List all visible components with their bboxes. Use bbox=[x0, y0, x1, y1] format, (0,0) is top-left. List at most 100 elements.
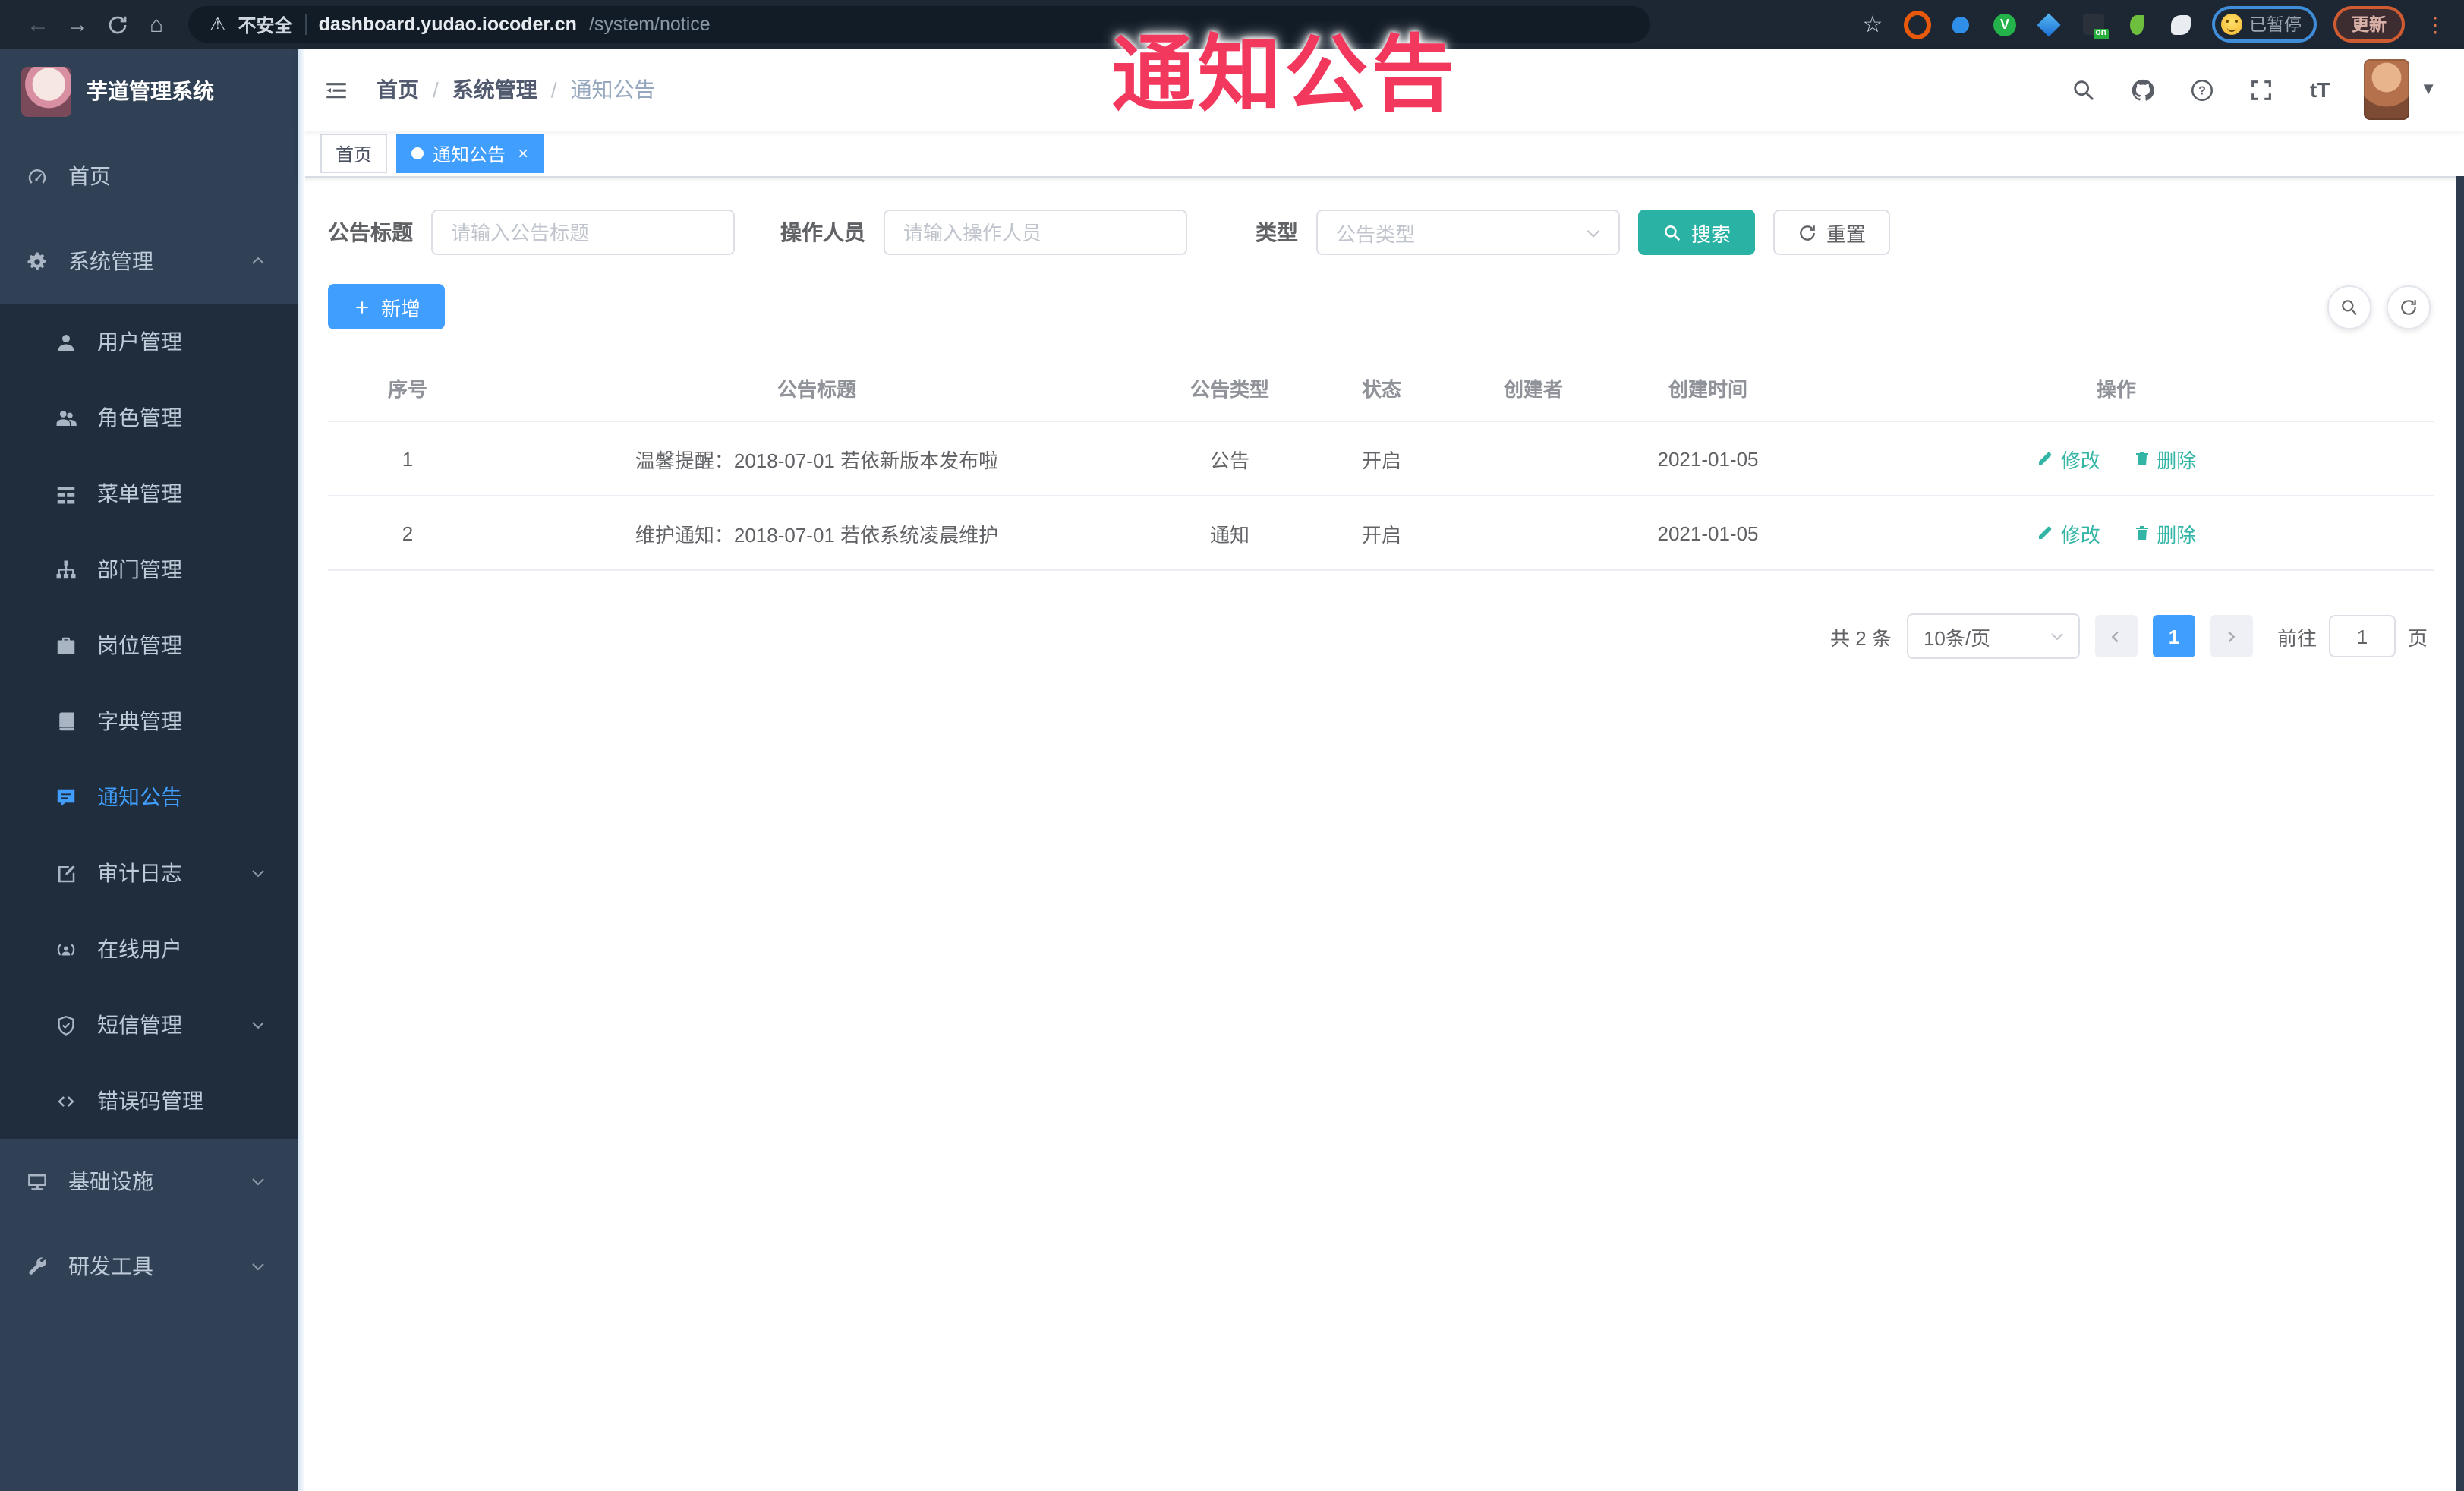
extension-icon-orange-ring[interactable] bbox=[1903, 10, 1930, 39]
cell-created: 2021-01-05 bbox=[1617, 496, 1799, 571]
sidebar-item-dictionary[interactable]: 字典管理 bbox=[0, 683, 298, 759]
type-select[interactable]: 公告类型 bbox=[1316, 210, 1620, 255]
refresh-table-button[interactable] bbox=[2387, 285, 2431, 329]
prev-page-button[interactable] bbox=[2094, 615, 2138, 657]
sidebar-item-online-users[interactable]: 在线用户 bbox=[0, 911, 298, 987]
browser-update-button[interactable]: 更新 bbox=[2333, 6, 2405, 43]
sidebar-item-departments[interactable]: 部门管理 bbox=[0, 531, 298, 607]
sidebar-item-label: 错误码管理 bbox=[97, 1089, 203, 1113]
extension-icon-green-circle[interactable]: V bbox=[1991, 11, 2018, 38]
sidebar-item-devtools[interactable]: 研发工具 bbox=[0, 1224, 298, 1309]
extension-icon-puzzle[interactable] bbox=[2167, 11, 2195, 38]
dashboard-icon bbox=[24, 164, 49, 188]
address-divider bbox=[304, 14, 307, 35]
sidebar-item-error-codes[interactable]: 错误码管理 bbox=[0, 1063, 298, 1139]
menu-list-icon bbox=[53, 481, 77, 506]
bookmark-star-icon[interactable]: ☆ bbox=[1859, 11, 1886, 38]
sidebar-logo[interactable]: 芋道管理系统 bbox=[0, 49, 298, 134]
sidebar-item-users[interactable]: 用户管理 bbox=[0, 304, 298, 380]
sidebar-item-label: 短信管理 bbox=[97, 1013, 182, 1037]
current-page[interactable]: 1 bbox=[2152, 615, 2195, 657]
sidebar-scrollbar[interactable] bbox=[298, 49, 305, 1491]
sidebar-item-roles[interactable]: 角色管理 bbox=[0, 380, 298, 455]
warning-icon: ⚠ bbox=[210, 14, 226, 35]
type-filter-label: 类型 bbox=[1256, 220, 1298, 244]
cell-status: 开启 bbox=[1313, 496, 1450, 571]
breadcrumb: 首页 / 系统管理 / 通知公告 bbox=[377, 74, 656, 105]
edit-label: 修改 bbox=[2060, 449, 2100, 471]
cell-creator bbox=[1450, 496, 1617, 571]
search-icon bbox=[1665, 225, 1681, 241]
home-icon[interactable]: ⌂ bbox=[137, 5, 176, 44]
paused-extension-badge[interactable]: 已暂停 bbox=[2211, 6, 2317, 43]
page-size-select[interactable]: 10条/页 bbox=[1906, 613, 2080, 659]
forward-icon[interactable]: → bbox=[58, 5, 97, 44]
breadcrumb-system[interactable]: 系统管理 bbox=[452, 74, 537, 105]
close-icon[interactable]: × bbox=[518, 144, 528, 162]
goto-page-input[interactable] bbox=[2328, 615, 2396, 657]
sidebar-item-infrastructure[interactable]: 基础设施 bbox=[0, 1139, 298, 1224]
edit-link[interactable]: 修改 bbox=[2037, 519, 2100, 547]
cell-creator bbox=[1450, 421, 1617, 496]
page-scrollbar[interactable] bbox=[2456, 176, 2464, 1491]
extension-icon-green-leaf[interactable] bbox=[2123, 11, 2150, 38]
user-menu[interactable]: ▼ bbox=[2364, 59, 2437, 120]
title-filter-input[interactable] bbox=[431, 210, 735, 255]
sidebar-item-system[interactable]: 系统管理 bbox=[0, 219, 298, 304]
extension-icon-blue-gem[interactable] bbox=[2035, 11, 2062, 38]
toggle-search-button[interactable] bbox=[2327, 285, 2371, 329]
page: ← → ⌂ ⚠ 不安全 dashboard.yudao.iocoder.cn/s… bbox=[0, 0, 2464, 1491]
col-creator: 创建者 bbox=[1450, 354, 1617, 422]
breadcrumb-home[interactable]: 首页 bbox=[377, 74, 419, 105]
sidebar-item-label: 部门管理 bbox=[97, 557, 182, 582]
delete-link[interactable]: 删除 bbox=[2132, 444, 2196, 473]
add-button[interactable]: 新增 bbox=[328, 284, 446, 329]
type-select-placeholder: 公告类型 bbox=[1336, 222, 1416, 245]
search-icon[interactable] bbox=[2068, 74, 2098, 105]
table-tools bbox=[2327, 285, 2434, 329]
reload-icon[interactable] bbox=[97, 5, 137, 44]
github-icon[interactable] bbox=[2127, 74, 2157, 105]
sidebar-item-sms[interactable]: 短信管理 bbox=[0, 987, 298, 1063]
cell-actions: 修改 删除 bbox=[1799, 496, 2434, 571]
sidebar-item-posts[interactable]: 岗位管理 bbox=[0, 607, 298, 683]
reset-button[interactable]: 重置 bbox=[1773, 210, 1891, 255]
next-page-button[interactable] bbox=[2210, 615, 2253, 657]
address-bar[interactable]: ⚠ 不安全 dashboard.yudao.iocoder.cn/system/… bbox=[188, 6, 1650, 43]
goto-label: 前往 bbox=[2277, 626, 2317, 649]
breadcrumb-separator: / bbox=[433, 77, 439, 102]
sidebar-item-label: 岗位管理 bbox=[97, 633, 182, 657]
delete-label: 删除 bbox=[2157, 449, 2197, 471]
cell-created: 2021-01-05 bbox=[1617, 421, 1799, 496]
monitor-icon bbox=[24, 1169, 49, 1193]
sidebar-item-label: 通知公告 bbox=[97, 785, 182, 809]
sidebar-item-notice[interactable]: 通知公告 bbox=[0, 759, 298, 835]
sidebar-item-audit-log[interactable]: 审计日志 bbox=[0, 835, 298, 911]
chevron-down-icon bbox=[249, 1256, 270, 1277]
navbar: 首页 / 系统管理 / 通知公告 ? tT ▼ bbox=[298, 49, 2464, 131]
table-header-row: 序号 公告标题 公告类型 状态 创建者 创建时间 操作 bbox=[328, 354, 2434, 422]
plus-icon bbox=[356, 301, 368, 313]
sidebar-item-home[interactable]: 首页 bbox=[0, 134, 298, 219]
help-icon[interactable]: ? bbox=[2186, 74, 2217, 105]
edit-icon bbox=[2039, 452, 2052, 465]
sidebar-item-label: 菜单管理 bbox=[97, 481, 182, 506]
tag-notice[interactable]: 通知公告 × bbox=[396, 134, 544, 173]
notice-table: 序号 公告标题 公告类型 状态 创建者 创建时间 操作 1 温馨提醒：2018- bbox=[328, 354, 2434, 571]
tag-label: 首页 bbox=[336, 143, 373, 165]
fullscreen-icon[interactable] bbox=[2245, 74, 2276, 105]
operator-filter-input[interactable] bbox=[884, 210, 1187, 255]
sidebar-toggle-icon[interactable] bbox=[319, 73, 352, 106]
back-icon[interactable]: ← bbox=[18, 5, 58, 44]
extension-icon-blue-drop[interactable] bbox=[1947, 11, 1974, 38]
edit-link[interactable]: 修改 bbox=[2037, 444, 2100, 473]
font-size-icon[interactable]: tT bbox=[2305, 74, 2335, 105]
search-button[interactable]: 搜索 bbox=[1638, 210, 1756, 255]
browser-menu-icon[interactable]: ⋮ bbox=[2425, 11, 2446, 37]
sidebar-item-label: 首页 bbox=[68, 164, 111, 188]
extension-icon-switch[interactable]: on bbox=[2079, 11, 2108, 39]
pagination: 共 2 条 10条/页 1 前往 页 bbox=[328, 613, 2434, 659]
sidebar-item-menus[interactable]: 菜单管理 bbox=[0, 455, 298, 531]
tag-home[interactable]: 首页 bbox=[320, 134, 388, 173]
delete-link[interactable]: 删除 bbox=[2132, 519, 2196, 547]
